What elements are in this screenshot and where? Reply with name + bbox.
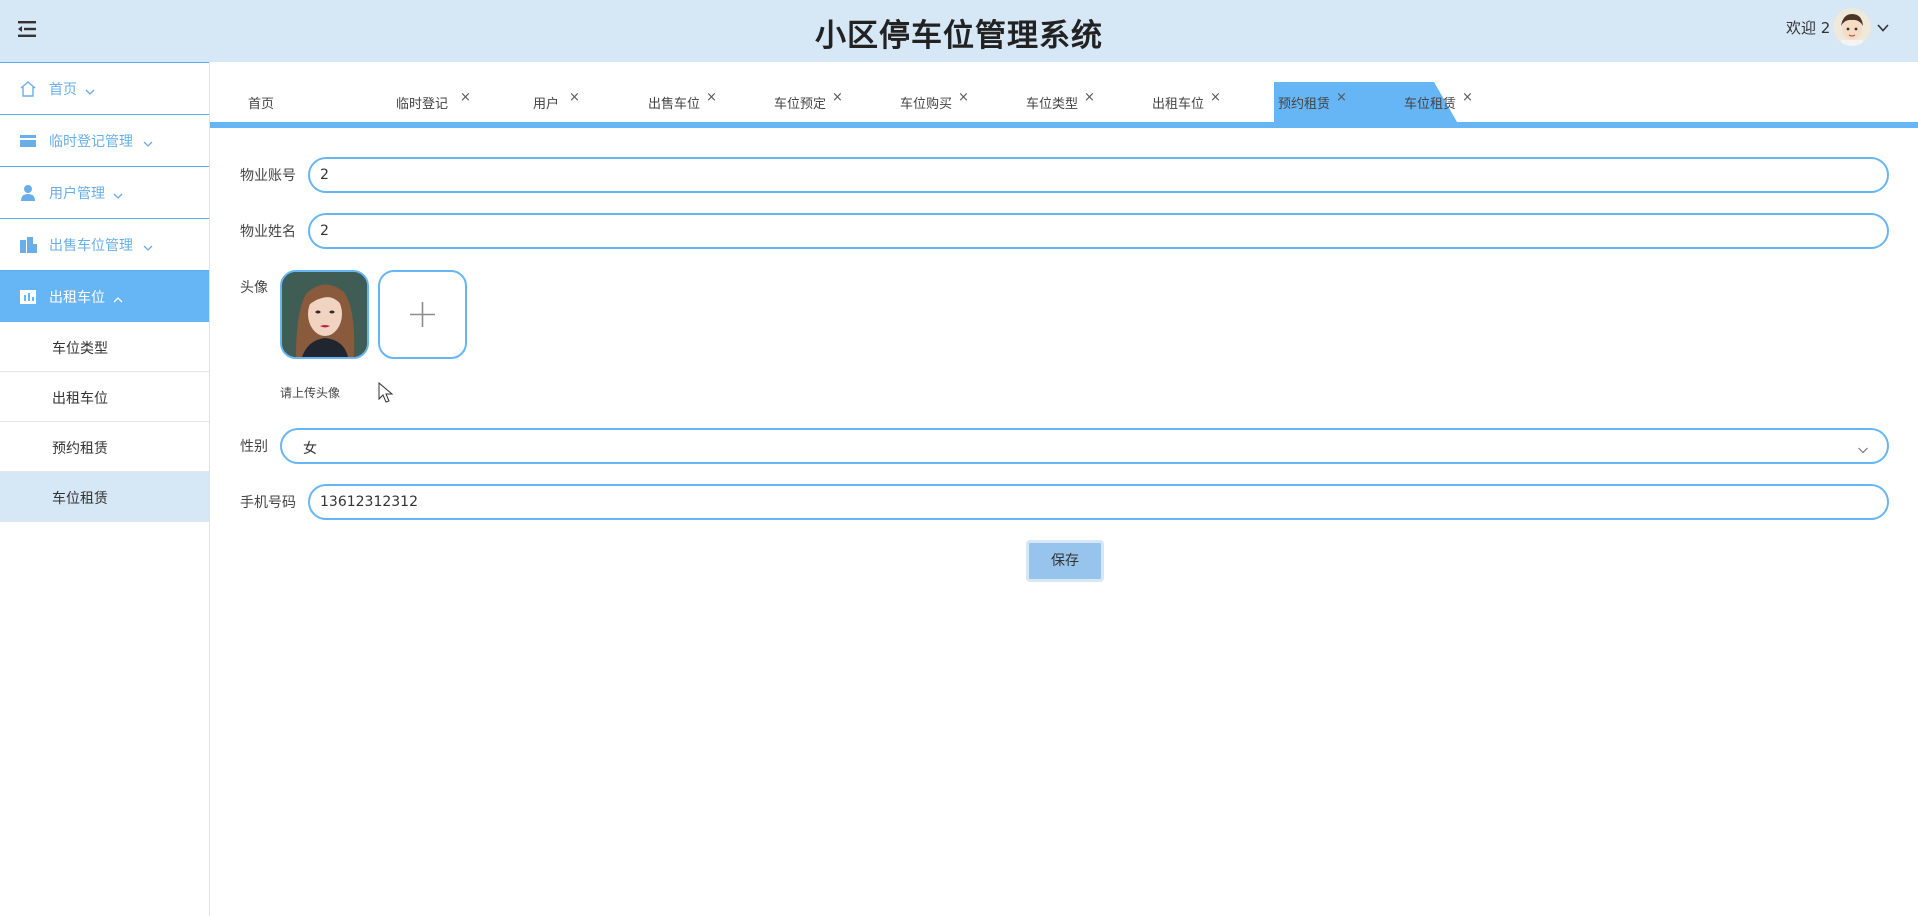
- chevron-down-icon[interactable]: [1876, 20, 1890, 34]
- close-icon[interactable]: ×: [1336, 90, 1347, 105]
- tab-admin-profile[interactable]: ● 物业管理员个人中心 ×: [1494, 82, 1667, 122]
- chevron-up-icon: [112, 291, 124, 303]
- tab-temp-registration[interactable]: 临时登记 ×: [396, 82, 501, 122]
- user-icon: [18, 183, 38, 203]
- tab-space-purchase[interactable]: 车位购买 ×: [900, 82, 1000, 122]
- close-icon[interactable]: ×: [1628, 88, 1639, 103]
- close-icon[interactable]: ×: [706, 90, 717, 105]
- chevron-down-icon: [1857, 441, 1869, 454]
- sidebar-subitem-space-type[interactable]: 车位类型: [0, 322, 209, 372]
- sidebar-item-rental-spaces[interactable]: 出租车位: [0, 270, 209, 322]
- chevron-down-icon: [142, 239, 154, 251]
- sidebar-item-sale-spaces[interactable]: 出售车位管理: [0, 218, 209, 270]
- avatar-image[interactable]: [280, 270, 369, 359]
- building-icon: [18, 235, 38, 255]
- name-label: 物业姓名: [240, 224, 296, 240]
- tab-underline: [210, 122, 1918, 128]
- close-icon[interactable]: ×: [1462, 90, 1473, 105]
- tab-label: 用户: [533, 97, 560, 112]
- sidebar-subitem-label: 车位租赁: [52, 491, 108, 507]
- sidebar-subitem-label: 预约租赁: [52, 441, 108, 457]
- phone-field[interactable]: 13612312312: [308, 484, 1889, 520]
- avatar-upload-button[interactable]: [378, 270, 467, 359]
- account-label: 物业账号: [240, 168, 296, 184]
- sidebar-item-label: 出租车位: [49, 290, 105, 306]
- chevron-down-icon: [142, 135, 154, 147]
- tab-rental-spaces[interactable]: 出租车位 ×: [1152, 82, 1252, 122]
- tab-label: 车位租赁: [1404, 97, 1457, 112]
- sidebar-item-home[interactable]: 首页: [0, 62, 209, 114]
- sidebar-subitem-rental-space[interactable]: 出租车位: [0, 372, 209, 422]
- close-icon[interactable]: ×: [460, 90, 471, 105]
- tab-home[interactable]: 首页: [248, 82, 338, 122]
- tab-label: 车位购买: [900, 97, 953, 112]
- sidebar-item-label: 用户管理: [49, 186, 105, 202]
- chart-icon: [18, 287, 38, 307]
- phone-label: 手机号码: [240, 495, 296, 511]
- sidebar-item-users[interactable]: 用户管理: [0, 166, 209, 218]
- tab-label: 出售车位: [648, 97, 701, 112]
- close-icon[interactable]: ×: [1210, 90, 1221, 105]
- tab-label: 首页: [248, 97, 275, 112]
- sidebar-item-label: 临时登记管理: [49, 134, 133, 150]
- tab-label: 出租车位: [1152, 97, 1205, 112]
- app-title: 小区停车位管理系统: [815, 18, 1103, 54]
- gender-label: 性别: [240, 439, 268, 455]
- tab-space-lease[interactable]: 车位租赁 ×: [1404, 82, 1504, 122]
- top-header: 小区停车位管理系统 欢迎 2: [0, 0, 1918, 62]
- tab-label: 临时登记: [396, 97, 449, 112]
- avatar-hint: 请上传头像: [280, 386, 341, 400]
- gender-select[interactable]: 女: [280, 428, 1889, 464]
- sidebar-item-label: 出售车位管理: [49, 238, 133, 254]
- save-button[interactable]: 保存: [1026, 540, 1104, 582]
- welcome-text: 欢迎 2: [1786, 19, 1831, 37]
- tab-label: 车位类型: [1026, 97, 1079, 112]
- sidebar-subitem-label: 出租车位: [52, 391, 108, 407]
- close-icon[interactable]: ×: [569, 90, 580, 105]
- tab-sale-spaces[interactable]: 出售车位 ×: [648, 82, 748, 122]
- tab-users[interactable]: 用户 ×: [533, 82, 623, 122]
- chevron-down-icon: [84, 83, 96, 95]
- sidebar-item-temp-registration[interactable]: 临时登记管理: [0, 114, 209, 166]
- tab-label: ● 物业管理员个人中心: [1494, 95, 1617, 109]
- tab-space-booking[interactable]: 车位预定 ×: [774, 82, 874, 122]
- home-icon: [18, 79, 38, 99]
- account-field[interactable]: 2: [308, 157, 1889, 193]
- sidebar: 首页 临时登记管理 用户管理 出售车位管理 出租车位 车位类型 出租车位 预约租…: [0, 62, 210, 916]
- sidebar-subitem-label: 车位类型: [52, 341, 108, 357]
- plus-icon: [408, 300, 437, 333]
- gender-select-value: 女: [303, 441, 317, 457]
- tab-reservation-lease[interactable]: 预约租赁 ×: [1278, 82, 1378, 122]
- close-icon[interactable]: ×: [1084, 90, 1095, 105]
- close-icon[interactable]: ×: [832, 90, 843, 105]
- tab-bar: 首页 临时登记 × 用户 × 出售车位 × 车位预定 × 车位购买 × 车位类型…: [210, 82, 1918, 122]
- sidebar-subitem-space-lease[interactable]: 车位租赁: [0, 472, 209, 522]
- sidebar-item-label: 首页: [49, 82, 77, 98]
- user-avatar[interactable]: [1833, 8, 1871, 46]
- sidebar-subitem-reservation-lease[interactable]: 预约租赁: [0, 422, 209, 472]
- name-field[interactable]: 2: [308, 213, 1889, 249]
- mouse-cursor-icon: [378, 381, 394, 404]
- tab-label: 预约租赁: [1278, 97, 1331, 112]
- tab-label: 车位预定: [774, 97, 827, 112]
- close-icon[interactable]: ×: [958, 90, 969, 105]
- tab-space-type[interactable]: 车位类型 ×: [1026, 82, 1126, 122]
- avatar-label: 头像: [240, 280, 268, 296]
- chevron-down-icon: [112, 187, 124, 199]
- card-icon: [18, 131, 38, 151]
